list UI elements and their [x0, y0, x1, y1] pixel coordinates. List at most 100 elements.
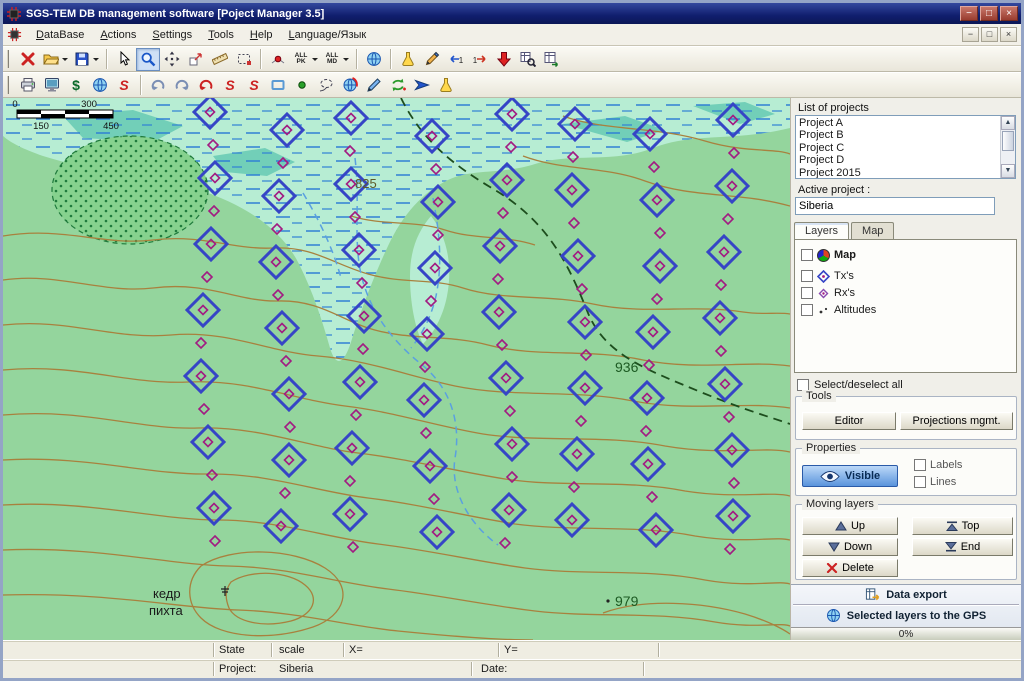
display-button[interactable]	[40, 74, 64, 97]
toolbar-gripper[interactable]	[7, 50, 12, 68]
menu-tools[interactable]: Tools	[200, 26, 242, 44]
globe-map-button[interactable]	[88, 74, 112, 97]
rotate-red-button[interactable]	[194, 74, 218, 97]
globe-view-button[interactable]	[362, 48, 386, 71]
mdi-close-button[interactable]: ×	[1000, 27, 1017, 42]
download-button[interactable]	[492, 48, 516, 71]
costs-button[interactable]: $	[64, 74, 88, 97]
scroll-up-button[interactable]: ▲	[1001, 116, 1015, 130]
menu-database[interactable]: DataBase	[28, 26, 92, 44]
layer-delete-button[interactable]: Delete	[802, 559, 898, 577]
export-section: Data export Selected layers to the GPS 0…	[791, 584, 1021, 640]
status-project-value: Siberia	[279, 663, 313, 675]
pen-tool-button[interactable]	[362, 74, 386, 97]
dropdown-caret-icon[interactable]	[343, 58, 349, 64]
penblue-icon	[366, 77, 382, 93]
gps-export-label: Selected layers to the GPS	[847, 610, 986, 622]
listbox-scrollbar[interactable]: ▲ ▼	[1000, 116, 1015, 178]
layer-txs-checkbox[interactable]	[801, 270, 813, 282]
up-button-label: Up	[851, 520, 865, 532]
scroll-thumb[interactable]	[1002, 131, 1014, 151]
project-list-item[interactable]: Project C	[796, 142, 1000, 154]
status-y-label: Y=	[504, 644, 518, 656]
pencil-icon	[424, 51, 440, 67]
active-project-input[interactable]	[795, 197, 995, 215]
side-panel: List of projects Project A Project B Pro…	[790, 98, 1021, 640]
select-cursor-button[interactable]	[112, 48, 136, 71]
delete-button[interactable]	[16, 48, 40, 71]
search-database-button[interactable]	[516, 48, 540, 71]
svg-text:S: S	[119, 77, 129, 93]
minimize-button[interactable]: −	[960, 6, 978, 21]
layer-down-button[interactable]: Down	[802, 538, 898, 556]
close-button[interactable]: ×	[1000, 6, 1018, 21]
all-pk-button[interactable]: ALLPK	[290, 48, 321, 71]
gps-export-button[interactable]: Selected layers to the GPS	[791, 606, 1021, 625]
tab-layers[interactable]: Layers	[794, 222, 849, 240]
shift-left-button[interactable]: 1	[444, 48, 468, 71]
redo-button[interactable]	[170, 74, 194, 97]
send-button[interactable]	[410, 74, 434, 97]
dropdown-caret-icon[interactable]	[62, 58, 68, 64]
flask-tool-button[interactable]	[434, 74, 458, 97]
layer-altitudes-checkbox[interactable]	[801, 304, 813, 316]
map-canvas[interactable]: 825936979кедрпихта0300150450	[3, 98, 790, 640]
editor-button[interactable]: Editor	[802, 412, 896, 430]
mdi-restore-button[interactable]: □	[981, 27, 998, 42]
table-export-button[interactable]	[540, 48, 564, 71]
layer-end-button[interactable]: End	[912, 538, 1013, 556]
curve-s1-button[interactable]: S	[218, 74, 242, 97]
scroll-down-button[interactable]: ▼	[1001, 164, 1015, 178]
dropdown-caret-icon[interactable]	[312, 58, 318, 64]
app-window: SGS-TEM DB management software [Poject M…	[0, 0, 1024, 681]
shift-right-button[interactable]: 1	[468, 48, 492, 71]
project-list-item[interactable]: Project A	[796, 117, 1000, 129]
rect-tool-button[interactable]	[266, 74, 290, 97]
data-export-button[interactable]: Data export	[791, 585, 1021, 604]
labels-checkbox[interactable]	[914, 459, 926, 471]
undo-button[interactable]	[146, 74, 170, 97]
lines-checkbox[interactable]	[914, 476, 926, 488]
layer-up-button[interactable]: Up	[802, 517, 898, 535]
all-md-button[interactable]: ALLMD	[321, 48, 352, 71]
project-list-item[interactable]: Project 2015	[796, 167, 1000, 178]
point-tool-button[interactable]	[290, 74, 314, 97]
curve-s2-button[interactable]: S	[242, 74, 266, 97]
profile-point-button[interactable]	[266, 48, 290, 71]
closex-icon	[20, 51, 36, 67]
dropdown-caret-icon[interactable]	[93, 58, 99, 64]
project-list-item[interactable]: Project D	[796, 154, 1000, 166]
project-list-item[interactable]: Project B	[796, 129, 1000, 141]
select-area-button[interactable]	[232, 48, 256, 71]
sounding-button[interactable]: S	[112, 74, 136, 97]
globe-gps-button[interactable]	[338, 74, 362, 97]
menu-settings[interactable]: Settings	[144, 26, 200, 44]
menu-actions[interactable]: Actions	[92, 26, 144, 44]
print-button[interactable]	[16, 74, 40, 97]
mdi-minimize-button[interactable]: −	[962, 27, 979, 42]
toolbar-gripper[interactable]	[7, 76, 12, 94]
menu-help[interactable]: Help	[242, 26, 281, 44]
layer-rxs-checkbox[interactable]	[801, 287, 813, 299]
zoom-tool-button[interactable]	[136, 48, 160, 71]
cursor-icon	[116, 51, 132, 67]
measure-ruler-button[interactable]	[208, 48, 232, 71]
pan-tool-button[interactable]	[160, 48, 184, 71]
export-region-button[interactable]	[184, 48, 208, 71]
projects-listbox[interactable]: Project A Project B Project C Project D …	[795, 115, 1016, 179]
refresh-add-button[interactable]	[386, 74, 410, 97]
map-view[interactable]: 825936979кедрпихта0300150450	[3, 98, 790, 640]
draw-pencil-button[interactable]	[420, 48, 444, 71]
tab-map[interactable]: Map	[851, 222, 894, 240]
lab-tool-button[interactable]	[396, 48, 420, 71]
maximize-button[interactable]: □	[980, 6, 998, 21]
menu-language[interactable]: Language/Язык	[281, 26, 375, 44]
layer-map-checkbox[interactable]	[801, 249, 813, 261]
visible-button[interactable]: Visible	[802, 465, 898, 487]
layer-top-button[interactable]: Top	[912, 517, 1013, 535]
open-project-button[interactable]	[40, 48, 71, 71]
save-project-button[interactable]	[71, 48, 102, 71]
properties-group-label: Properties	[802, 442, 860, 454]
lasso-tool-button[interactable]	[314, 74, 338, 97]
projections-mgmt-button[interactable]: Projections mgmt.	[900, 412, 1013, 430]
